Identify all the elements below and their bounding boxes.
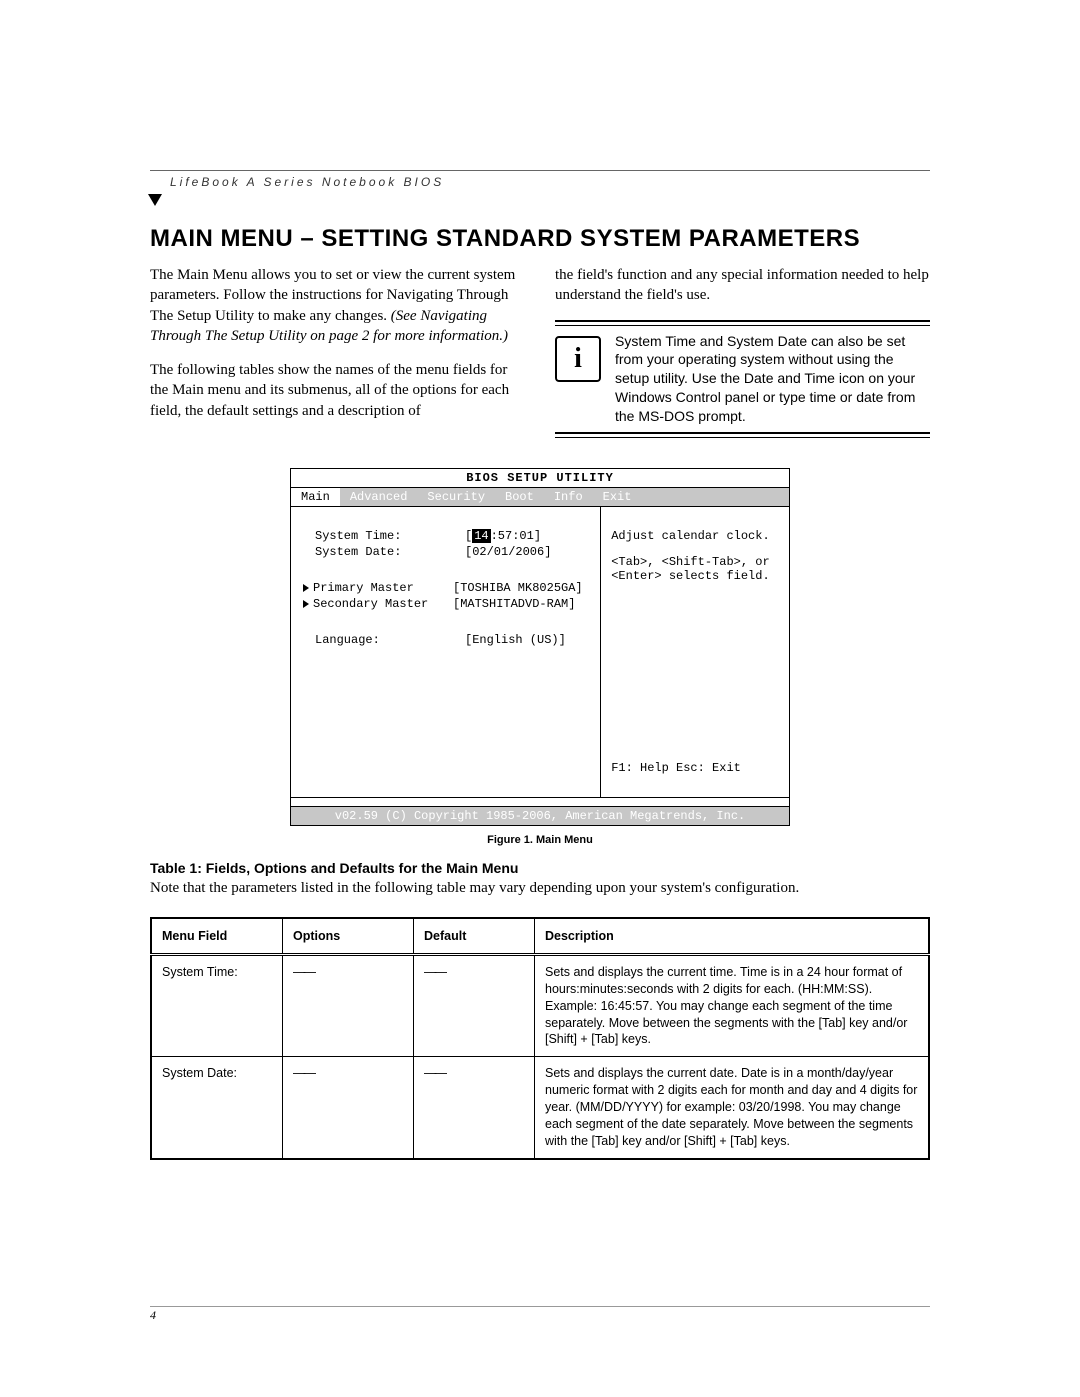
chevron-down-icon (148, 194, 162, 206)
note-text: System Time and System Date can also be … (615, 332, 930, 426)
table-title: Table 1: Fields, Options and Defaults fo… (150, 860, 930, 876)
page-title: MAIN MENU – SETTING STANDARD SYSTEM PARA… (150, 225, 930, 253)
bios-copyright: v02.59 (C) Copyright 1985-2006, American… (291, 806, 789, 825)
bios-time-value[interactable]: [14:57:01] (465, 529, 541, 543)
th-options: Options (283, 918, 414, 955)
bios-date-value[interactable]: [02/01/2006] (465, 545, 551, 559)
table-note: Note that the parameters listed in the f… (150, 880, 930, 897)
cell-menu-field: System Time: (151, 954, 283, 1056)
bios-language-value[interactable]: [English (US)] (465, 633, 566, 647)
cell-default: —— (414, 954, 535, 1056)
table-header-row: Menu Field Options Default Description (151, 918, 929, 955)
info-icon: i (555, 336, 601, 382)
bios-figure: BIOS SETUP UTILITY Main Advanced Securit… (290, 468, 790, 826)
page-number: 4 (150, 1308, 156, 1323)
th-default: Default (414, 918, 535, 955)
th-menu-field: Menu Field (151, 918, 283, 955)
bios-time-label: System Time: (303, 529, 465, 543)
figure-caption: Figure 1. Main Menu (290, 834, 790, 846)
bios-date-label: System Date: (303, 545, 465, 559)
bios-help-line-1: Adjust calendar clock. (611, 529, 779, 543)
table-row: System Date: —— —— Sets and displays the… (151, 1057, 929, 1159)
bios-tab-advanced[interactable]: Advanced (340, 488, 418, 506)
cell-description: Sets and displays the current date. Date… (535, 1057, 930, 1159)
bios-tab-main[interactable]: Main (291, 488, 340, 506)
bios-tab-exit[interactable]: Exit (593, 488, 642, 506)
cell-default: —— (414, 1057, 535, 1159)
intro-para-3: the field's function and any special inf… (555, 265, 930, 306)
cell-options: —— (283, 1057, 414, 1159)
triangle-right-icon (303, 600, 309, 608)
cell-menu-field: System Date: (151, 1057, 283, 1159)
header-label: LifeBook A Series Notebook BIOS (170, 175, 444, 189)
table-row: System Time: —— —— Sets and displays the… (151, 954, 929, 1056)
bios-language-label: Language: (303, 633, 465, 647)
bios-tab-security[interactable]: Security (417, 488, 495, 506)
bios-secondary-master-value: [MATSHITADVD-RAM] (453, 597, 575, 611)
header-rule (150, 170, 930, 171)
bios-title: BIOS SETUP UTILITY (291, 469, 789, 488)
bios-help-line-3: <Enter> selects field. (611, 569, 779, 583)
cell-options: —— (283, 954, 414, 1056)
triangle-right-icon (303, 584, 309, 592)
bios-tabbar: Main Advanced Security Boot Info Exit (291, 488, 789, 507)
note-rule-bottom (555, 432, 930, 438)
bios-primary-master-value: [TOSHIBA MK8025GA] (453, 581, 583, 595)
main-menu-table: Menu Field Options Default Description S… (150, 917, 930, 1160)
bios-time-highlight: 14 (472, 529, 490, 543)
bios-footer-keys: F1: Help Esc: Exit (611, 761, 779, 775)
bios-help-line-2: <Tab>, <Shift-Tab>, or (611, 555, 779, 569)
intro-para-1: The Main Menu allows you to set or view … (150, 265, 525, 346)
bios-secondary-master-label[interactable]: Secondary Master (303, 597, 453, 611)
bios-primary-master-label[interactable]: Primary Master (303, 581, 453, 595)
info-glyph: i (574, 340, 582, 378)
bios-tab-boot[interactable]: Boot (495, 488, 544, 506)
bios-tab-info[interactable]: Info (544, 488, 593, 506)
footer-rule (150, 1306, 930, 1307)
cell-description: Sets and displays the current time. Time… (535, 954, 930, 1056)
intro-para-2: The following tables show the names of t… (150, 360, 525, 421)
th-description: Description (535, 918, 930, 955)
info-note: i System Time and System Date can also b… (555, 320, 930, 438)
